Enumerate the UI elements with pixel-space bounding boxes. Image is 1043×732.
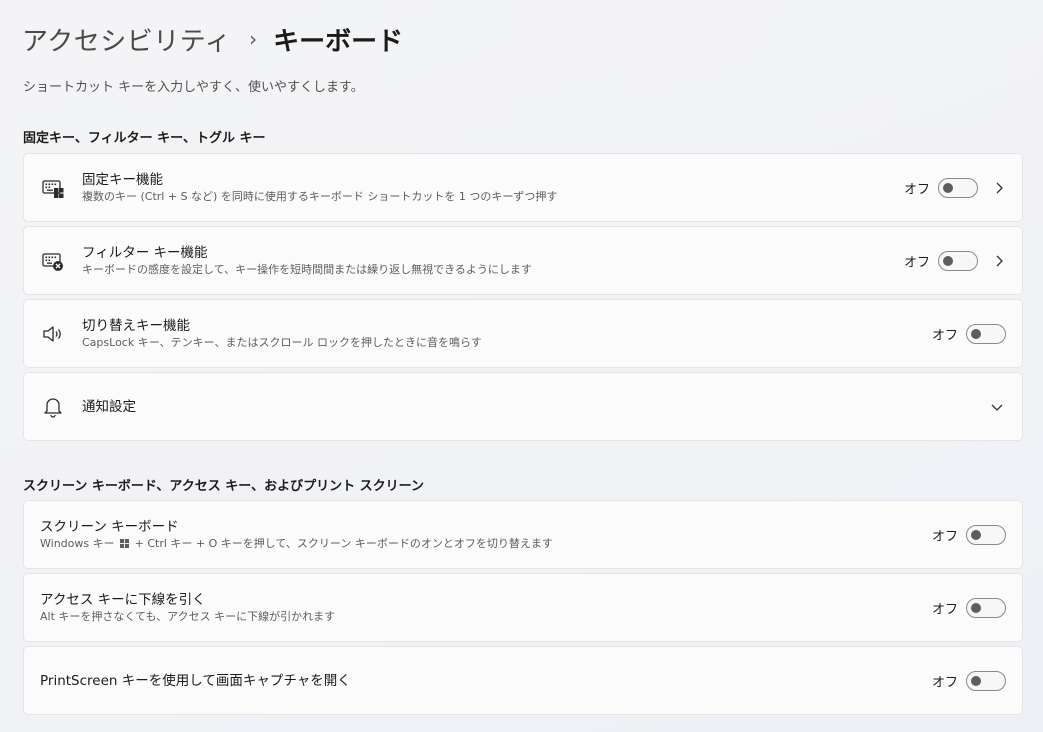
toggle-knob <box>971 675 981 686</box>
underline-access-keys-state: オフ <box>932 602 959 617</box>
chevron-right-icon[interactable] <box>992 254 1006 268</box>
toggle-knob <box>943 182 953 193</box>
toggle-keys-toggle[interactable] <box>966 323 1006 344</box>
sticky-keys-toggle[interactable] <box>938 177 978 198</box>
section-title-keys: 固定キー、フィルター キー、トグル キー <box>23 131 266 146</box>
toggle-keys-row[interactable]: 切り替えキー機能 CapsLock キー、テンキー、またはスクロール ロックを押… <box>23 299 1023 368</box>
filter-keys-icon <box>42 252 63 271</box>
sticky-keys-title: 固定キー機能 <box>82 171 163 188</box>
on-screen-keyboard-state: オフ <box>932 529 959 544</box>
notification-settings-row[interactable]: 通知設定 <box>23 372 1023 441</box>
filter-keys-desc: キーボードの感度を設定して、キー操作を短時間間または繰り返し無視できるようにしま… <box>82 262 532 276</box>
print-screen-toggle[interactable] <box>966 670 1006 691</box>
filter-keys-title: フィルター キー機能 <box>82 244 208 261</box>
breadcrumb-separator: › <box>249 27 258 51</box>
settings-page: アクセシビリティ › キーボード ショートカット キーを入力しやすく、使いやすく… <box>0 0 1043 732</box>
toggle-knob <box>971 529 981 540</box>
sticky-keys-row[interactable]: 固定キー機能 複数のキー (Ctrl + S など) を同時に使用するキーボード… <box>23 153 1023 222</box>
toggle-knob <box>943 255 953 266</box>
print-screen-row[interactable]: PrintScreen キーを使用して画面キャプチャを開く オフ <box>23 646 1023 715</box>
filter-keys-toggle[interactable] <box>938 250 978 271</box>
toggle-knob <box>971 328 981 339</box>
print-screen-state: オフ <box>932 675 959 690</box>
toggle-keys-desc: CapsLock キー、テンキー、またはスクロール ロックを押したときに音を鳴ら… <box>82 335 482 349</box>
section-title-screen-keyboard: スクリーン キーボード、アクセス キー、およびプリント スクリーン <box>23 479 424 494</box>
speaker-icon <box>43 325 61 342</box>
bell-icon <box>44 397 62 418</box>
toggle-keys-state: オフ <box>932 328 959 343</box>
sticky-keys-icon <box>42 179 64 198</box>
toggle-keys-title: 切り替えキー機能 <box>82 317 190 334</box>
windows-logo-icon <box>120 538 130 548</box>
underline-access-keys-row[interactable]: アクセス キーに下線を引く Alt キーを押さなくても、アクセス キーに下線が引… <box>23 573 1023 642</box>
filter-keys-state: オフ <box>904 255 931 270</box>
on-screen-keyboard-desc: Windows キー + Ctrl キー + O キーを押して、スクリーン キー… <box>40 536 553 552</box>
print-screen-title: PrintScreen キーを使用して画面キャプチャを開く <box>40 672 351 689</box>
toggle-knob <box>971 602 981 613</box>
underline-access-keys-toggle[interactable] <box>966 597 1006 618</box>
breadcrumb: アクセシビリティ › キーボード <box>22 20 403 58</box>
underline-access-keys-title: アクセス キーに下線を引く <box>40 591 206 608</box>
sticky-keys-desc: 複数のキー (Ctrl + S など) を同時に使用するキーボード ショートカッ… <box>82 189 558 203</box>
desc-part: + Ctrl キー + O キーを押して、スクリーン キーボードのオンとオフを切… <box>131 536 553 550</box>
page-subtitle: ショートカット キーを入力しやすく、使いやすくします。 <box>23 80 364 95</box>
underline-access-keys-desc: Alt キーを押さなくても、アクセス キーに下線が引かれます <box>40 609 336 623</box>
chevron-right-icon[interactable] <box>992 181 1006 195</box>
on-screen-keyboard-row[interactable]: スクリーン キーボード Windows キー + Ctrl キー + O キーを… <box>23 500 1023 569</box>
on-screen-keyboard-title: スクリーン キーボード <box>40 518 179 535</box>
chevron-down-icon[interactable] <box>990 400 1004 414</box>
page-title: キーボード <box>273 26 404 57</box>
on-screen-keyboard-toggle[interactable] <box>966 524 1006 545</box>
breadcrumb-parent-link[interactable]: アクセシビリティ <box>22 21 231 58</box>
desc-part: Windows キー <box>40 536 119 550</box>
sticky-keys-state: オフ <box>904 182 931 197</box>
notification-settings-title: 通知設定 <box>82 398 136 415</box>
filter-keys-row[interactable]: フィルター キー機能 キーボードの感度を設定して、キー操作を短時間間または繰り返… <box>23 226 1023 295</box>
